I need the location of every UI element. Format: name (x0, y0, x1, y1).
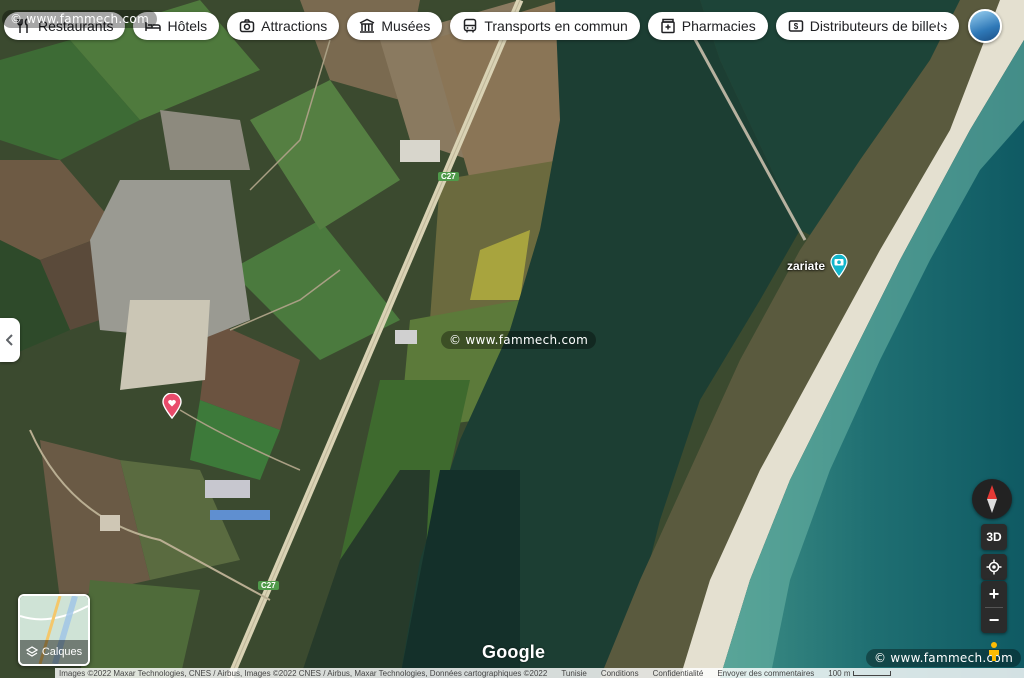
chip-museums[interactable]: Musées (347, 12, 443, 40)
account-avatar[interactable] (968, 9, 1002, 43)
layers-label: Calques (41, 646, 83, 658)
apps-grid-icon[interactable] (934, 14, 954, 34)
chip-label: Pharmacies (681, 18, 756, 34)
attribution-text: Images ©2022 Maxar Technologies, CNES / … (59, 668, 548, 678)
chip-label: Musées (381, 18, 431, 34)
pegman-icon[interactable] (985, 641, 1003, 661)
chevron-left-icon (6, 334, 13, 346)
compass-icon (987, 485, 997, 513)
road-label: C27 (258, 581, 279, 590)
scale-indicator[interactable]: 100 m (828, 668, 891, 678)
compass-button[interactable] (972, 479, 1012, 519)
my-location-button[interactable] (981, 554, 1007, 580)
poi-label[interactable]: zariate (787, 259, 825, 273)
camera-icon (239, 19, 255, 33)
layers-icon (25, 646, 38, 657)
svg-text:$: $ (793, 22, 798, 31)
chip-attractions[interactable]: Attractions (227, 12, 340, 40)
target-icon (986, 559, 1002, 575)
camera-pin-icon[interactable] (830, 254, 848, 278)
layers-label-row: Calques (20, 646, 88, 658)
museum-icon (359, 18, 375, 33)
feedback-link[interactable]: Envoyer des commentaires (717, 669, 814, 678)
zoom-out-button[interactable]: − (981, 607, 1007, 633)
chip-label: Distributeurs de billets (809, 18, 948, 34)
3d-toggle-button[interactable]: 3D (981, 524, 1007, 550)
chip-atm[interactable]: $ Distributeurs de billets (775, 12, 960, 40)
scale-label: 100 m (828, 668, 851, 678)
chip-pharmacies[interactable]: Pharmacies (647, 12, 768, 40)
location-pin-icon[interactable] (162, 393, 182, 419)
footer-bar: Images ©2022 Maxar Technologies, CNES / … (55, 668, 1024, 678)
terms-link[interactable]: Conditions (601, 669, 639, 678)
pharmacy-icon (661, 18, 675, 34)
collapse-panel-button[interactable] (0, 318, 20, 362)
zoom-controls: + − (981, 581, 1007, 633)
bus-icon (464, 18, 477, 33)
privacy-link[interactable]: Confidentialité (653, 669, 704, 678)
chip-label: Attractions (261, 18, 328, 34)
zoom-in-button[interactable]: + (981, 581, 1007, 607)
chip-transit[interactable]: Transports en commun (450, 12, 640, 40)
region-label[interactable]: Tunisie (561, 669, 587, 678)
road-label: C27 (438, 172, 459, 181)
google-logo: Google (482, 642, 546, 662)
watermark: © www.fammech.com (441, 331, 597, 349)
chip-label: Transports en commun (484, 18, 628, 34)
layers-button[interactable]: Calques (18, 594, 90, 666)
chip-label: Hôtels (167, 18, 208, 34)
watermark: © www.fammech.com (2, 10, 158, 28)
cash-icon: $ (788, 20, 803, 32)
